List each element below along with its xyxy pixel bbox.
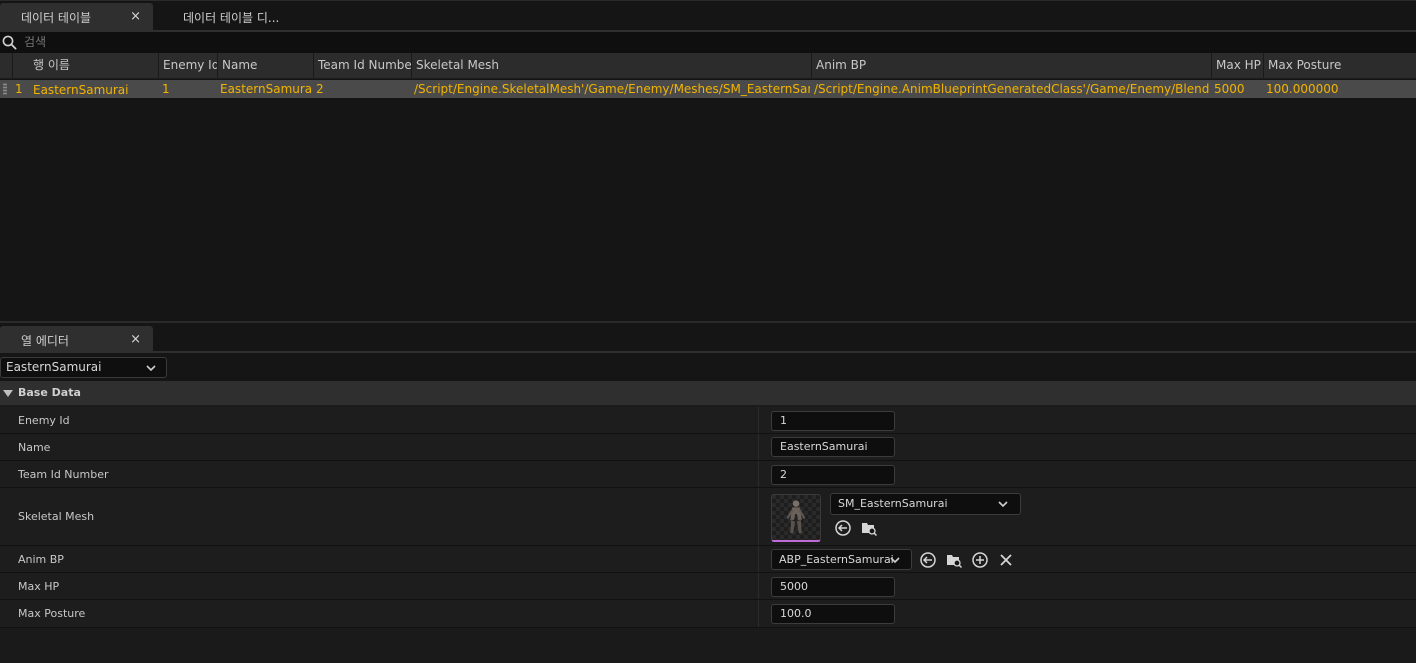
skeletal-mesh-value: SM_EasternSamurai: [838, 497, 948, 510]
column-header-enemy-id[interactable]: Enemy Id: [158, 53, 217, 78]
cell-max-hp: 5000: [1214, 82, 1245, 96]
column-divider[interactable]: [758, 407, 759, 433]
property-label: Name: [18, 441, 51, 454]
column-header-index[interactable]: [0, 53, 12, 78]
column-header-team-id[interactable]: Team Id Number: [313, 53, 411, 78]
max-posture-field[interactable]: 100.0: [771, 604, 895, 624]
cell-anim-bp: /Script/Engine.AnimBlueprintGeneratedCla…: [814, 82, 1210, 96]
search-input[interactable]: [22, 33, 424, 51]
clear-icon[interactable]: [997, 551, 1015, 569]
column-header-max-posture[interactable]: Max Posture: [1263, 53, 1416, 78]
chevron-down-icon: [998, 501, 1008, 508]
cell-index: 1: [15, 82, 23, 96]
row-drag-handle[interactable]: [3, 83, 7, 95]
column-header-max-hp[interactable]: Max HP: [1211, 53, 1263, 78]
tab-label: 열 에디터: [21, 334, 69, 348]
property-row-team-id: Team Id Number: [0, 461, 1416, 488]
cell-name: EasternSamurai: [220, 82, 312, 96]
table-header: 행 이름 Enemy Id Name Team Id Number Skelet…: [0, 53, 1416, 79]
row-select-value: EasternSamurai: [6, 360, 102, 374]
cell-team-id: 2: [316, 82, 324, 96]
name-field[interactable]: EasternSamurai: [771, 437, 895, 457]
cell-max-posture: 100.000000: [1266, 82, 1339, 96]
property-label: Max HP: [18, 580, 60, 593]
close-tab-icon[interactable]: ×: [130, 9, 141, 24]
search-bar: [0, 32, 1416, 53]
tab-label: 데이터 테이블 디...: [183, 11, 280, 25]
column-header-skeletal-mesh[interactable]: Skeletal Mesh: [411, 53, 811, 78]
column-divider[interactable]: [758, 600, 759, 627]
team-id-field[interactable]: 2: [771, 465, 895, 485]
property-row-name: Name: [0, 434, 1416, 461]
column-divider[interactable]: [758, 488, 759, 545]
property-label: Max Posture: [18, 607, 86, 620]
column-header-row-name[interactable]: [12, 53, 29, 78]
tab-row-editor[interactable]: 열 에디터 ×: [0, 326, 153, 353]
property-label: Skeletal Mesh: [18, 510, 95, 523]
property-row-anim-bp: Anim BP: [0, 546, 1416, 573]
skeletal-mesh-thumbnail[interactable]: [771, 494, 821, 542]
property-label: Enemy Id: [18, 414, 70, 427]
browse-asset-folder-icon[interactable]: [860, 519, 878, 537]
row-editor-tab-bar: [0, 323, 1416, 353]
expand-arrow-icon[interactable]: [3, 390, 13, 397]
search-icon: [2, 35, 17, 50]
column-header-anim-bp[interactable]: Anim BP: [811, 53, 1211, 78]
tab-label: 데이터 테이블: [21, 11, 92, 25]
tab-data-table[interactable]: 데이터 테이블 ×: [0, 3, 153, 30]
character-figure-icon: [786, 500, 806, 534]
use-selected-asset-icon[interactable]: [834, 519, 852, 537]
anim-bp-picker[interactable]: ABP_EasternSamurai: [771, 549, 912, 570]
column-divider[interactable]: [758, 461, 759, 487]
cell-enemy-id: 1: [162, 82, 170, 96]
category-label: Base Data: [18, 386, 81, 399]
property-row-max-hp: Max HP: [0, 573, 1416, 600]
max-hp-field[interactable]: 5000: [771, 577, 895, 597]
table-empty-area: [0, 98, 1416, 320]
details-empty-area: [0, 628, 1416, 663]
cell-row-name: EasternSamurai: [33, 83, 129, 97]
cell-skeletal-mesh: /Script/Engine.SkeletalMesh'/Game/Enemy/…: [414, 82, 810, 96]
enemy-id-field[interactable]: 1: [771, 411, 895, 431]
use-selected-asset-icon[interactable]: [919, 551, 937, 569]
property-row-skeletal-mesh: Skeletal Mesh: [0, 488, 1416, 546]
row-select-dropdown[interactable]: EasternSamurai: [0, 357, 167, 378]
column-divider[interactable]: [758, 546, 759, 572]
column-divider[interactable]: [758, 573, 759, 599]
property-row-max-posture: Max Posture: [0, 600, 1416, 628]
browse-asset-folder-icon[interactable]: [945, 551, 963, 569]
tab-underline: [0, 351, 1416, 353]
column-divider[interactable]: [758, 434, 759, 460]
tab-data-table-details[interactable]: 데이터 테이블 디...: [155, 3, 315, 30]
property-label: Anim BP: [18, 553, 64, 566]
column-header-row-name-label[interactable]: 행 이름: [29, 53, 158, 78]
close-tab-icon[interactable]: ×: [130, 332, 141, 347]
chevron-down-icon: [146, 365, 156, 372]
chevron-down-icon: [890, 557, 900, 564]
skeletal-mesh-picker[interactable]: SM_EasternSamurai: [830, 493, 1021, 515]
table-row[interactable]: 1 EasternSamurai 1 EasternSamurai 2 /Scr…: [0, 80, 1416, 98]
add-icon[interactable]: [971, 551, 989, 569]
property-label: Team Id Number: [18, 468, 109, 481]
column-header-name[interactable]: Name: [217, 53, 313, 78]
property-row-enemy-id: Enemy Id: [0, 407, 1416, 434]
anim-bp-value: ABP_EasternSamurai: [779, 553, 894, 566]
category-base-data[interactable]: Base Data: [0, 381, 1416, 406]
